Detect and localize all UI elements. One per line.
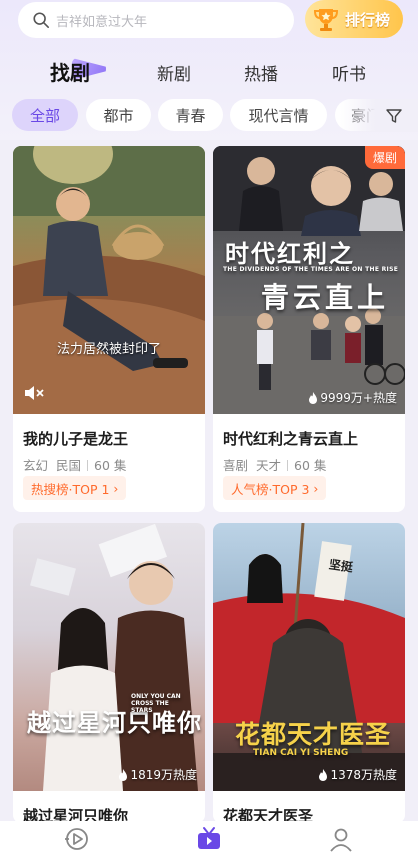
mute-icon[interactable] — [23, 384, 45, 402]
tab-audiobook[interactable]: 听书 — [332, 60, 366, 85]
heat-count: 1819万热度 — [118, 766, 197, 783]
poster-title: 花都天才医圣 — [235, 720, 392, 749]
drama-title: 我的儿子是龙王 — [23, 430, 129, 448]
poster-subtitle: ONLY YOU CAN CROSS THE STARS — [131, 693, 181, 714]
trophy-icon — [313, 9, 339, 31]
tab-new-drama[interactable]: 新剧 — [157, 60, 191, 85]
drama-poster[interactable]: 坚挺 花都天才医圣 TIAN CAI YI SHENG 1378万热度 — [213, 523, 405, 791]
nav-profile-icon[interactable] — [327, 826, 355, 852]
tab-find-drama[interactable]: 找剧 — [50, 57, 90, 86]
heat-count: 9999万+热度 — [308, 389, 397, 406]
poster-subtitle: THE DIVIDENDS OF THE TIMES ARE ON THE RI… — [223, 266, 399, 273]
nav-theater-icon[interactable] — [195, 826, 223, 852]
search-bar[interactable]: 吉祥如意过大年 — [18, 2, 294, 38]
chip-all[interactable]: 全部 — [12, 99, 78, 131]
poster-title: 时代红利之 — [225, 239, 355, 268]
nav-discover-icon[interactable] — [63, 826, 91, 852]
hot-tag: 爆剧 — [364, 146, 405, 169]
drama-card[interactable]: 法力居然被封印了 我的儿子是龙王 玄幻 民国 60 集 热搜榜·TOP 1 › — [13, 146, 205, 512]
heat-label: 1378万热度 — [330, 768, 397, 782]
bottom-navigation — [0, 821, 418, 857]
heat-label: 9999万+热度 — [320, 391, 397, 405]
poster-caption: 法力居然被封印了 — [56, 342, 161, 357]
drama-tag: 天才 — [256, 458, 282, 473]
rank-badge[interactable]: 人气榜·TOP 3 › — [223, 476, 327, 500]
drama-poster[interactable]: 时代红利之 THE DIVIDENDS OF THE TIMES ARE ON … — [213, 146, 405, 414]
rank-button[interactable]: 排行榜 — [305, 0, 403, 38]
episode-count: 60 集 — [294, 458, 327, 473]
rank-button-label: 排行榜 — [345, 10, 391, 29]
drama-title: 时代红利之青云直上 — [223, 430, 359, 448]
flame-icon — [309, 391, 318, 404]
tab-hot[interactable]: 热播 — [244, 60, 278, 85]
drama-card[interactable]: 时代红利之 THE DIVIDENDS OF THE TIMES ARE ON … — [213, 146, 405, 512]
chip-urban[interactable]: 都市 — [86, 99, 151, 131]
drama-tag: 玄幻 — [23, 458, 49, 473]
drama-card[interactable]: 越过星河只唯你 ONLY YOU CAN CROSS THE STARS 181… — [13, 523, 205, 823]
flame-icon — [319, 768, 328, 781]
poster-art — [13, 146, 205, 414]
drama-tag: 喜剧 — [223, 458, 249, 473]
drama-card[interactable]: 坚挺 花都天才医圣 TIAN CAI YI SHENG 1378万热度 花都天才… — [213, 523, 405, 823]
rank-badge-label: 人气榜·TOP 3 — [231, 481, 310, 497]
search-icon — [33, 12, 50, 29]
chevron-right-icon: › — [113, 480, 119, 496]
rank-badge-label: 热搜榜·TOP 1 — [31, 481, 110, 497]
drama-tags: 喜剧 天才 60 集 — [223, 455, 326, 474]
rank-badge[interactable]: 热搜榜·TOP 1 › — [23, 476, 127, 500]
drama-poster[interactable]: 越过星河只唯你 ONLY YOU CAN CROSS THE STARS 181… — [13, 523, 205, 791]
poster-title: 青云直上 — [261, 281, 390, 314]
drama-tags: 玄幻 民国 60 集 — [23, 455, 126, 474]
chevron-right-icon: › — [313, 480, 319, 496]
poster-subtitle: TIAN CAI YI SHENG — [253, 748, 349, 758]
heat-count: 1378万热度 — [318, 766, 397, 783]
chips-fade — [340, 99, 418, 132]
heat-label: 1819万热度 — [130, 768, 197, 782]
filter-icon[interactable] — [386, 108, 402, 124]
search-placeholder: 吉祥如意过大年 — [56, 14, 148, 30]
drama-tag: 民国 — [56, 458, 82, 473]
chip-modern-romance[interactable]: 现代言情 — [230, 99, 327, 131]
chip-youth[interactable]: 青春 — [158, 99, 223, 131]
drama-poster[interactable]: 法力居然被封印了 — [13, 146, 205, 414]
flame-icon — [119, 768, 128, 781]
poster-art — [30, 523, 198, 791]
poster-sign: 坚挺 — [328, 557, 354, 575]
main-tabs: 找剧 新剧 热播 听书 — [0, 56, 418, 88]
episode-count: 60 集 — [94, 458, 127, 473]
